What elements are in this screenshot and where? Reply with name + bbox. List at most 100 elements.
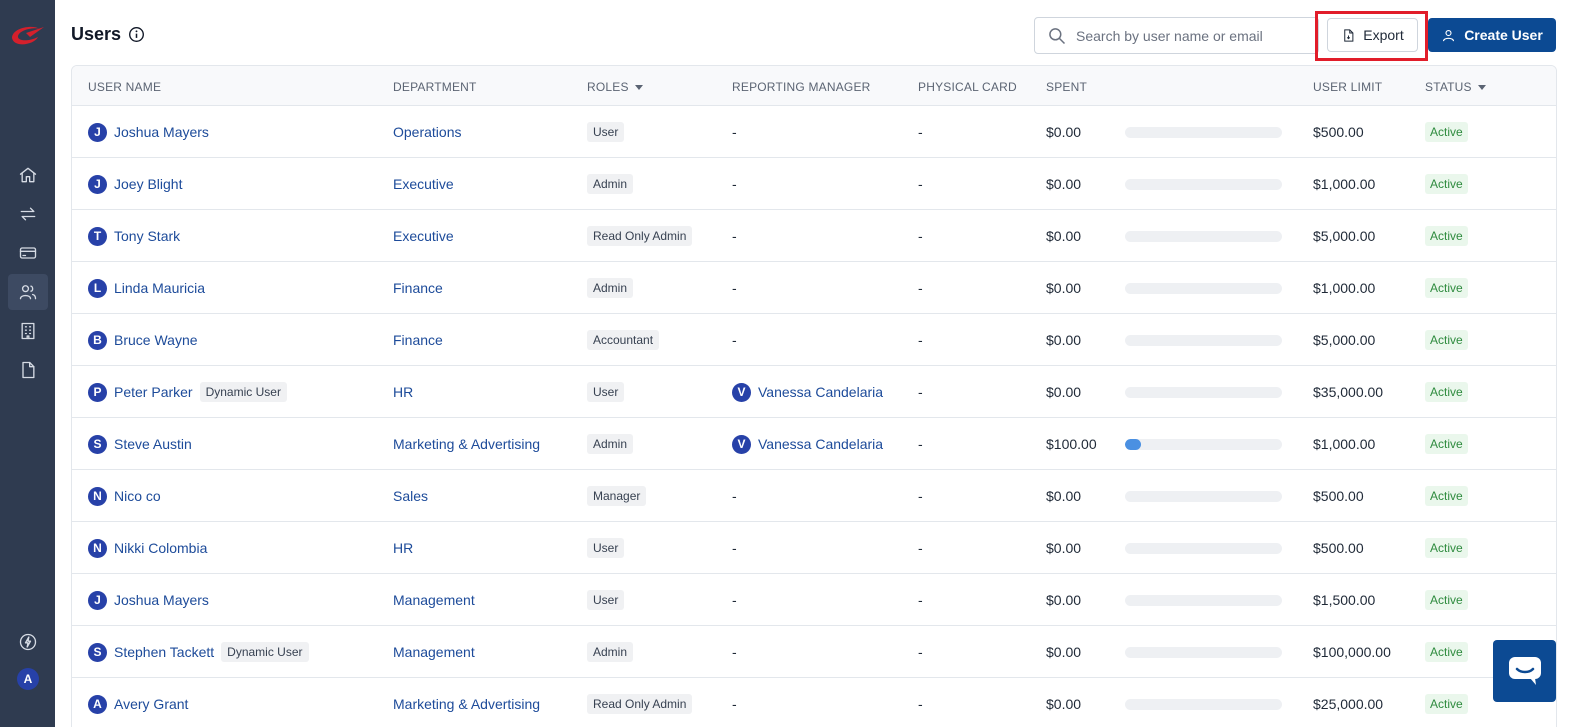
user-limit-amount: $500.00	[1313, 124, 1364, 140]
user-avatar-initial: T	[88, 226, 107, 246]
table-row[interactable]: N Nico co Sales Manager - - $0.00 $500.0…	[72, 470, 1556, 522]
user-avatar-initial: S	[88, 642, 107, 662]
department-link[interactable]: Marketing & Advertising	[393, 418, 540, 470]
info-icon[interactable]	[128, 26, 145, 43]
table-row[interactable]: P Peter Parker Dynamic User HR User V Vane…	[72, 366, 1556, 418]
export-button[interactable]: Export	[1327, 18, 1418, 52]
status-badge: Active	[1425, 122, 1468, 142]
nav-quick-actions[interactable]	[8, 624, 48, 660]
spend-progress-track	[1125, 594, 1282, 606]
create-user-button[interactable]: Create User	[1428, 18, 1556, 52]
spend-progress-track	[1125, 178, 1282, 190]
department-link[interactable]: Operations	[393, 106, 461, 158]
department-link[interactable]: Marketing & Advertising	[393, 678, 540, 727]
table-row[interactable]: T Tony Stark Executive Read Only Admin -…	[72, 210, 1556, 262]
user-name-cell: L Linda Mauricia	[88, 262, 205, 314]
department-link[interactable]: HR	[393, 522, 413, 574]
manager-cell: -	[732, 106, 737, 158]
physical-card-cell: -	[918, 488, 923, 504]
nav-transactions[interactable]	[8, 196, 48, 232]
role-cell: User	[587, 574, 625, 626]
role-badge: Admin	[587, 174, 634, 194]
table-row[interactable]: S Stephen Tackett Dynamic User Management…	[72, 626, 1556, 678]
status-badge: Active	[1425, 226, 1468, 246]
physical-card-cell: -	[918, 384, 923, 400]
user-limit-amount: $35,000.00	[1313, 384, 1384, 400]
users-icon	[19, 285, 37, 300]
header-user-name[interactable]: USER NAME	[88, 80, 161, 94]
header-user-limit: USER LIMIT	[1313, 80, 1383, 94]
user-name-link[interactable]: Nico co	[114, 488, 161, 504]
table-row[interactable]: J Joey Blight Executive Admin - - $0.00 …	[72, 158, 1556, 210]
physical-card-cell: -	[918, 644, 923, 660]
status-filter-caret-icon[interactable]	[1477, 84, 1486, 90]
table-row[interactable]: L Linda Mauricia Finance Admin - - $0.00…	[72, 262, 1556, 314]
chat-widget-button[interactable]	[1493, 640, 1556, 702]
nav-company[interactable]	[8, 313, 48, 349]
nav-users[interactable]	[8, 274, 48, 310]
search-input[interactable]	[1076, 27, 1306, 44]
nav-documents[interactable]	[8, 352, 48, 388]
manager-link[interactable]: Vanessa Candelaria	[758, 384, 883, 400]
manager-link[interactable]: Vanessa Candelaria	[758, 436, 883, 452]
manager-empty: -	[732, 592, 737, 608]
status-badge: Active	[1425, 278, 1468, 298]
user-name-cell: P Peter Parker Dynamic User	[88, 366, 287, 418]
table-row[interactable]: S Steve Austin Marketing & Advertising A…	[72, 418, 1556, 470]
create-user-label: Create User	[1464, 27, 1543, 43]
spend-progress	[1125, 470, 1282, 522]
user-name-link[interactable]: Avery Grant	[114, 696, 188, 712]
manager-empty: -	[732, 696, 737, 712]
user-name-link[interactable]: Nikki Colombia	[114, 540, 207, 556]
department-link[interactable]: Executive	[393, 158, 454, 210]
nav-home[interactable]	[8, 157, 48, 193]
brand-logo-icon[interactable]	[8, 20, 46, 52]
physical-card-cell: -	[918, 696, 923, 712]
user-name-link[interactable]: Stephen Tackett	[114, 644, 214, 660]
user-name-cell: N Nico co	[88, 470, 161, 522]
user-name-link[interactable]: Joshua Mayers	[114, 592, 209, 608]
user-name-link[interactable]: Steve Austin	[114, 436, 192, 452]
spent-amount: $0.00	[1046, 644, 1082, 660]
header-roles[interactable]: ROLES	[587, 80, 643, 94]
user-avatar-initial: J	[88, 174, 107, 194]
user-name-link[interactable]: Linda Mauricia	[114, 280, 205, 296]
spent-amount: $0.00	[1046, 228, 1082, 244]
department-link[interactable]: Management	[393, 626, 475, 678]
status-cell: Active	[1425, 210, 1468, 262]
table-row[interactable]: J Joshua Mayers Operations User - - $0.0…	[72, 106, 1556, 158]
department-link[interactable]: Finance	[393, 314, 443, 366]
user-limit-amount: $100,000.00	[1313, 644, 1391, 660]
table-row[interactable]: A Avery Grant Marketing & Advertising Re…	[72, 678, 1556, 727]
lightning-icon	[19, 633, 37, 651]
manager-cell: V Vanessa Candelaria	[732, 418, 883, 470]
spend-progress	[1125, 522, 1282, 574]
roles-filter-caret-icon[interactable]	[634, 84, 643, 90]
spent-amount: $0.00	[1046, 592, 1082, 608]
department-link[interactable]: HR	[393, 366, 413, 418]
header-status[interactable]: STATUS	[1425, 80, 1486, 94]
user-limit-amount: $500.00	[1313, 488, 1364, 504]
table-row[interactable]: N Nikki Colombia HR User - - $0.00 $500.…	[72, 522, 1556, 574]
user-avatar[interactable]: A	[17, 668, 39, 690]
spend-progress-track	[1125, 126, 1282, 138]
user-name-cell: T Tony Stark	[88, 210, 180, 262]
spend-progress	[1125, 626, 1282, 678]
nav-cards[interactable]	[8, 235, 48, 271]
user-name-link[interactable]: Peter Parker	[114, 384, 193, 400]
user-avatar-initial: P	[88, 382, 107, 402]
table-row[interactable]: J Joshua Mayers Management User - - $0.0…	[72, 574, 1556, 626]
department-link[interactable]: Management	[393, 574, 475, 626]
manager-empty: -	[732, 540, 737, 556]
role-cell: User	[587, 522, 625, 574]
department-link[interactable]: Sales	[393, 470, 428, 522]
department-link[interactable]: Finance	[393, 262, 443, 314]
department-link[interactable]: Executive	[393, 210, 454, 262]
user-name-link[interactable]: Joshua Mayers	[114, 124, 209, 140]
table-row[interactable]: B Bruce Wayne Finance Accountant - - $0.…	[72, 314, 1556, 366]
user-name-link[interactable]: Tony Stark	[114, 228, 180, 244]
user-name-link[interactable]: Joey Blight	[114, 176, 182, 192]
home-icon	[19, 167, 37, 183]
user-name-link[interactable]: Bruce Wayne	[114, 332, 198, 348]
manager-cell: -	[732, 262, 737, 314]
